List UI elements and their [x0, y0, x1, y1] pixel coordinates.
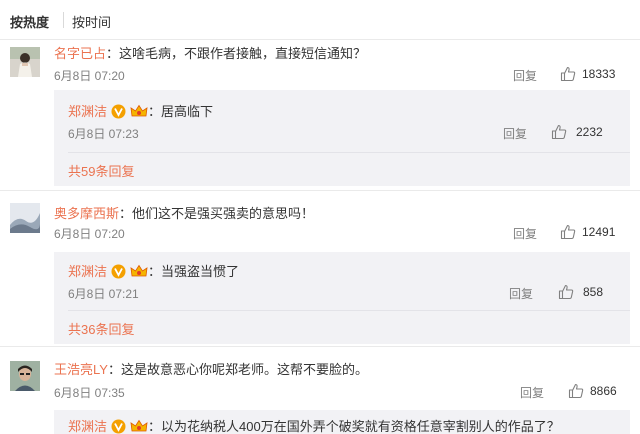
reply-text: ：当强盗当惯了	[148, 264, 240, 279]
sort-divider	[63, 12, 64, 28]
like-count: 2232	[576, 125, 603, 139]
comment-username[interactable]: 王浩亮LY	[54, 362, 108, 377]
avatar[interactable]	[10, 47, 40, 77]
reply-text-line: 郑渊洁 ：居高临下	[68, 101, 213, 120]
reply-text-line: 郑渊洁 ：以为花纳税人400万在国外弄个破奖就有资格任意宰割别人的作品了？	[68, 416, 560, 434]
comment-item: 奥多摩西斯：他们这不是强买强卖的意思吗！ 6月8日 07:20 回复 12491…	[0, 200, 640, 346]
reply-box: 郑渊洁 ：以为花纳税人400万在国外弄个破奖就有资格任意宰割别人的作品了？	[54, 410, 630, 434]
comment-text: ：这是故意恶心你呢郑老师。这帮不要脸的。	[107, 362, 368, 377]
verified-v-icon	[111, 264, 126, 279]
avatar[interactable]	[10, 361, 40, 391]
view-more-replies-link[interactable]: 共36条回复	[68, 319, 134, 338]
comment-text: ：他们这不是强买强卖的意思吗！	[119, 206, 315, 221]
reply-box: 郑渊洁 ：当强盗当惯了 6月8日 07:21 回复 858 共36条回复	[54, 252, 630, 344]
reply-username[interactable]: 郑渊洁	[68, 419, 107, 434]
verified-v-icon	[111, 419, 126, 434]
avatar[interactable]	[10, 203, 40, 233]
reply-divider	[68, 152, 630, 153]
comment-text-line: 奥多摩西斯：他们这不是强买强卖的意思吗！	[54, 203, 314, 222]
like-count: 8866	[590, 384, 617, 398]
thumbs-up-icon[interactable]	[568, 383, 584, 399]
comment-separator	[0, 346, 640, 347]
comment-item: 名字已占：这啥毛病，不跟作者接触，直接短信通知？ 6月8日 07:20 回复 1…	[0, 40, 640, 192]
reply-text: ：居高临下	[148, 104, 214, 119]
thumbs-up-icon[interactable]	[551, 124, 567, 140]
comment-text-line: 王浩亮LY：这是故意恶心你呢郑老师。这帮不要脸的。	[54, 359, 368, 378]
comment-text-line: 名字已占：这啥毛病，不跟作者接触，直接短信通知？	[54, 43, 366, 62]
like-count: 18333	[582, 67, 616, 81]
thumbs-up-icon[interactable]	[560, 66, 576, 82]
reply-button[interactable]: 回复	[509, 285, 533, 302]
comment-item: 王浩亮LY：这是故意恶心你呢郑老师。这帮不要脸的。 6月8日 07:35 回复 …	[0, 356, 640, 434]
reply-divider	[68, 310, 630, 311]
comment-time: 6月8日 07:20	[54, 69, 125, 83]
reply-text-line: 郑渊洁 ：当强盗当惯了	[68, 261, 239, 280]
view-more-replies-link[interactable]: 共59条回复	[68, 161, 134, 180]
crown-icon	[130, 264, 148, 279]
reply-username[interactable]: 郑渊洁	[68, 104, 107, 119]
comment-time: 6月8日 07:20	[54, 227, 125, 241]
sort-by-time[interactable]: 按时间	[72, 12, 111, 31]
reply-time: 6月8日 07:23	[68, 127, 139, 141]
like-count: 858	[583, 285, 604, 299]
sort-by-hot[interactable]: 按热度	[10, 12, 49, 31]
crown-icon	[130, 419, 148, 434]
sort-bar: 按热度 按时间	[0, 0, 640, 40]
reply-text: ：以为花纳税人400万在国外弄个破奖就有资格任意宰割别人的作品了？	[148, 419, 560, 434]
thumbs-up-icon[interactable]	[558, 284, 574, 300]
comment-username[interactable]: 奥多摩西斯	[54, 206, 119, 221]
reply-button[interactable]: 回复	[513, 67, 537, 84]
verified-v-icon	[111, 104, 126, 119]
reply-button[interactable]: 回复	[513, 225, 537, 242]
crown-icon	[130, 104, 148, 119]
thumbs-up-icon[interactable]	[560, 224, 576, 240]
comment-username[interactable]: 名字已占	[54, 46, 106, 61]
reply-button[interactable]: 回复	[503, 125, 527, 142]
like-count: 12491	[582, 225, 616, 239]
reply-time: 6月8日 07:21	[68, 287, 139, 301]
reply-username[interactable]: 郑渊洁	[68, 264, 107, 279]
reply-button[interactable]: 回复	[520, 384, 544, 401]
reply-box: 郑渊洁 ：居高临下 6月8日 07:23 回复 2232 共59条回复	[54, 90, 630, 186]
comment-time: 6月8日 07:35	[54, 386, 125, 400]
comment-text: ：这啥毛病，不跟作者接触，直接短信通知？	[106, 46, 367, 61]
comment-separator	[0, 190, 640, 191]
